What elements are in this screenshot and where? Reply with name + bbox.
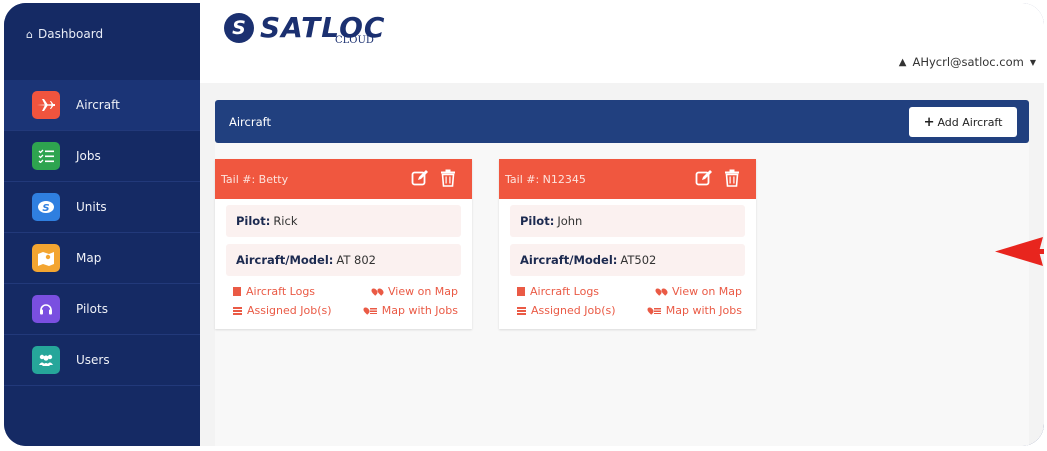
map-pins-icon bbox=[370, 287, 385, 296]
edit-icon[interactable] bbox=[694, 168, 714, 188]
annotation-arrow-icon bbox=[995, 237, 1044, 266]
aircraft-logs-label: Aircraft Logs bbox=[246, 285, 316, 298]
sidebar-item-label: Map bbox=[76, 251, 102, 265]
card-actions bbox=[694, 168, 742, 188]
map-with-jobs-label: Map with Jobs bbox=[665, 304, 742, 317]
file-icon bbox=[517, 287, 525, 296]
sidebar-item-label: Units bbox=[76, 200, 107, 214]
aircraft-card: Tail #: Betty Pilot: Rick Aircraft/Model… bbox=[215, 159, 472, 329]
sidebar: ⌂ Dashboard Aircraft Jobs S Units Map Pi… bbox=[4, 3, 200, 446]
assigned-jobs-label: Assigned Job(s) bbox=[247, 304, 332, 317]
view-on-map-label: View on Map bbox=[387, 285, 458, 298]
aircraft-logs-link[interactable]: Aircraft Logs bbox=[233, 285, 315, 298]
users-icon bbox=[32, 346, 60, 374]
view-on-map-label: View on Map bbox=[671, 285, 742, 298]
top-bar: S SATLOC CLOUD ▲ AHycrl@satloc.com ▼ bbox=[200, 3, 1044, 83]
user-email: AHycrl@satloc.com bbox=[912, 55, 1024, 69]
card-title: Tail #: N12345 bbox=[505, 173, 586, 186]
sidebar-item-units[interactable]: S Units bbox=[4, 182, 200, 233]
assigned-jobs-label: Assigned Job(s) bbox=[531, 304, 616, 317]
card-links: Aircraft Logs View on Map Assigned Job(s… bbox=[233, 282, 458, 320]
map-with-jobs-link[interactable]: Map with Jobs bbox=[362, 304, 458, 317]
map-with-jobs-link[interactable]: Map with Jobs bbox=[646, 304, 742, 317]
aircraft-panel-header: Aircraft + Add Aircraft bbox=[215, 100, 1029, 143]
pilot-value: John bbox=[557, 214, 583, 228]
add-aircraft-label: Add Aircraft bbox=[937, 115, 1003, 129]
model-field: Aircraft/Model: AT 802 bbox=[226, 244, 461, 276]
view-on-map-link[interactable]: View on Map bbox=[654, 285, 742, 298]
model-label: Aircraft/Model: bbox=[520, 253, 618, 267]
chevron-down-icon: ▼ bbox=[1029, 57, 1036, 67]
edit-icon[interactable] bbox=[410, 168, 430, 188]
trash-icon[interactable] bbox=[438, 168, 458, 188]
sidebar-item-map[interactable]: Map bbox=[4, 233, 200, 284]
sidebar-item-jobs[interactable]: Jobs bbox=[4, 131, 200, 182]
pin-list-icon bbox=[646, 306, 661, 315]
card-header: Tail #: Betty bbox=[215, 159, 472, 199]
dashboard-link[interactable]: ⌂ Dashboard bbox=[26, 27, 103, 41]
pilot-field: Pilot: Rick bbox=[226, 205, 461, 237]
checklist-icon bbox=[32, 142, 60, 170]
list-icon bbox=[233, 306, 242, 315]
pilot-label: Pilot: bbox=[520, 214, 555, 228]
main-content: S SATLOC CLOUD ▲ AHycrl@satloc.com ▼ Air… bbox=[200, 3, 1044, 446]
satloc-unit-icon: S bbox=[32, 193, 60, 221]
model-label: Aircraft/Model: bbox=[236, 253, 334, 267]
assigned-jobs-link[interactable]: Assigned Job(s) bbox=[517, 304, 616, 317]
pilot-field: Pilot: John bbox=[510, 205, 745, 237]
map-with-jobs-label: Map with Jobs bbox=[381, 304, 458, 317]
add-aircraft-button[interactable]: + Add Aircraft bbox=[909, 107, 1017, 137]
logo-subtext: CLOUD bbox=[335, 35, 374, 46]
app-frame: ⌂ Dashboard Aircraft Jobs S Units Map Pi… bbox=[4, 3, 1044, 446]
map-pins-icon bbox=[654, 287, 669, 296]
logo-mark-icon: S bbox=[224, 13, 254, 43]
airplane-icon bbox=[32, 91, 60, 119]
sidebar-item-pilots[interactable]: Pilots bbox=[4, 284, 200, 335]
sidebar-nav: Aircraft Jobs S Units Map Pilots Users bbox=[4, 80, 200, 386]
panel-title: Aircraft bbox=[229, 115, 271, 129]
user-menu[interactable]: ▲ AHycrl@satloc.com ▼ bbox=[899, 55, 1036, 69]
sidebar-item-label: Aircraft bbox=[76, 98, 120, 112]
dashboard-label: Dashboard bbox=[37, 27, 104, 41]
pin-list-icon bbox=[362, 306, 377, 315]
sidebar-item-label: Users bbox=[76, 353, 110, 367]
card-links: Aircraft Logs View on Map Assigned Job(s… bbox=[517, 282, 742, 320]
aircraft-logs-label: Aircraft Logs bbox=[530, 285, 600, 298]
view-on-map-link[interactable]: View on Map bbox=[370, 285, 458, 298]
pilot-label: Pilot: bbox=[236, 214, 271, 228]
headset-icon bbox=[32, 295, 60, 323]
svg-text:S: S bbox=[42, 203, 49, 214]
sidebar-item-aircraft[interactable]: Aircraft bbox=[4, 80, 200, 131]
aircraft-logs-link[interactable]: Aircraft Logs bbox=[517, 285, 599, 298]
file-icon bbox=[233, 287, 241, 296]
model-field: Aircraft/Model: AT502 bbox=[510, 244, 745, 276]
home-icon: ⌂ bbox=[26, 27, 33, 41]
sidebar-item-label: Jobs bbox=[76, 149, 101, 163]
aircraft-card: Tail #: N12345 Pilot: John Aircraft/Mode… bbox=[499, 159, 756, 329]
list-icon bbox=[517, 306, 526, 315]
assigned-jobs-link[interactable]: Assigned Job(s) bbox=[233, 304, 332, 317]
sidebar-item-users[interactable]: Users bbox=[4, 335, 200, 386]
map-icon bbox=[32, 244, 60, 272]
card-title: Tail #: Betty bbox=[221, 173, 289, 186]
card-header: Tail #: N12345 bbox=[499, 159, 756, 199]
model-value: AT502 bbox=[620, 253, 657, 267]
trash-icon[interactable] bbox=[722, 168, 742, 188]
model-value: AT 802 bbox=[336, 253, 376, 267]
card-actions bbox=[410, 168, 458, 188]
plus-icon: + bbox=[923, 114, 935, 130]
sidebar-item-label: Pilots bbox=[76, 302, 108, 316]
pilot-value: Rick bbox=[273, 214, 298, 228]
user-icon: ▲ bbox=[898, 56, 907, 68]
